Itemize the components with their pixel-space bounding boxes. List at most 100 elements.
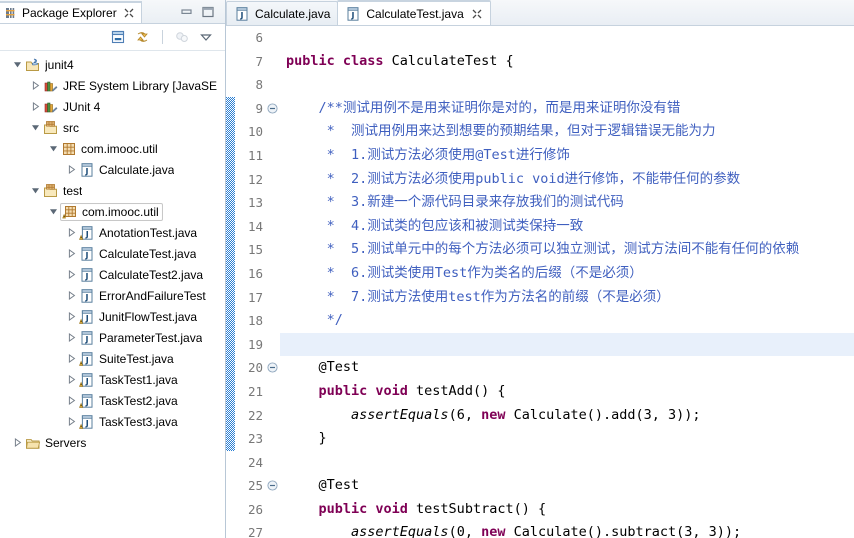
chevron-down-icon[interactable] [48, 143, 59, 154]
line-number: 6 [255, 30, 263, 45]
java-file-warning-icon: J [79, 393, 95, 409]
code-line[interactable]: /**测试用例不是用来证明你是对的，而是用来证明你没有错 [286, 97, 854, 121]
close-icon[interactable] [471, 8, 483, 20]
code-line[interactable]: } [286, 427, 854, 451]
code-token-pl: @Test [286, 359, 360, 376]
svg-text:J: J [85, 356, 89, 365]
tree-item-content: J TaskTest3.java [79, 414, 178, 430]
chevron-right-icon[interactable] [66, 374, 77, 385]
code-line[interactable]: * 测试用例用来达到想要的预期结果，但对于逻辑错误无能为力 [286, 120, 854, 144]
tree-item-servers[interactable]: Servers [0, 432, 225, 453]
code-line[interactable]: assertEquals(0, new Calculate().subtract… [286, 521, 854, 538]
code-line[interactable]: */ [286, 309, 854, 333]
tree-item-content: com.imooc.util [61, 141, 158, 157]
folder-icon [25, 435, 41, 451]
tree-item-errorandfailuretest[interactable]: J ErrorAndFailureTest [0, 285, 225, 306]
chevron-down-icon[interactable] [12, 59, 23, 70]
tree-item-jre-system-library-javase[interactable]: JRE System Library [JavaSE [0, 75, 225, 96]
collapse-all-icon[interactable] [110, 29, 126, 45]
package-explorer-tab[interactable]: Package Explorer [0, 0, 142, 23]
editor-tab-calculatetest-java[interactable]: J CalculateTest.java [337, 0, 491, 25]
folding-column[interactable] [266, 26, 280, 538]
tree-item-content: J AnotationTest.java [79, 225, 197, 241]
code-token-pl: CalculateTest { [391, 52, 514, 69]
svg-text:J: J [85, 251, 89, 260]
code-line[interactable]: * 1.测试方法必须使用@Test进行修饰 [286, 144, 854, 168]
fold-collapse-icon[interactable] [267, 362, 278, 373]
code-line[interactable]: * 3.新建一个源代码目录来存放我们的测试代码 [286, 191, 854, 215]
tree-item-test[interactable]: test [0, 180, 225, 201]
tree-item-suitetest-java[interactable]: J SuiteTest.java [0, 348, 225, 369]
code-token-cm: * 6.测试类使用Test作为类名的后缀（不是必须） [286, 264, 643, 281]
close-icon[interactable] [123, 7, 135, 19]
tree-item-parametertest-java[interactable]: J ParameterTest.java [0, 327, 225, 348]
code-text-area[interactable]: public class CalculateTest { /**测试用例不是用来… [280, 26, 854, 538]
code-line[interactable]: * 4.测试类的包应该和被测试类保持一致 [286, 215, 854, 239]
editor-tabbar[interactable]: J Calculate.java J CalculateTest.java [226, 0, 854, 26]
fold-collapse-icon[interactable] [267, 480, 278, 491]
tree-item-tasktest1-java[interactable]: J TaskTest1.java [0, 369, 225, 390]
code-line[interactable] [286, 26, 854, 50]
tree-item-tasktest3-java[interactable]: J TaskTest3.java [0, 411, 225, 432]
code-line[interactable]: @Test [286, 474, 854, 498]
focus-on-active-task-icon[interactable] [174, 29, 190, 45]
tree-item-junit4[interactable]: junit4 [0, 54, 225, 75]
chevron-right-icon[interactable] [12, 437, 23, 448]
code-token-cm: */ [286, 312, 343, 329]
chevron-right-icon[interactable] [66, 416, 77, 427]
tree-item-calculate-java[interactable]: J Calculate.java [0, 159, 225, 180]
code-line[interactable]: public void testSubtract() { [286, 498, 854, 522]
code-line[interactable]: * 5.测试单元中的每个方法必须可以独立测试，测试方法间不能有任何的依赖 [286, 238, 854, 262]
code-line[interactable]: assertEquals(6, new Calculate().add(3, 3… [286, 404, 854, 428]
project-tree[interactable]: junit4 JRE System Library [JavaSE JUnit … [0, 51, 225, 538]
chevron-right-icon[interactable] [30, 80, 41, 91]
code-line[interactable]: public class CalculateTest { [286, 50, 854, 74]
fold-collapse-icon[interactable] [267, 103, 278, 114]
link-with-editor-icon[interactable] [135, 29, 151, 45]
tree-item-src[interactable]: src [0, 117, 225, 138]
code-token-pl: } [286, 430, 327, 447]
tree-item-tasktest2-java[interactable]: J TaskTest2.java [0, 390, 225, 411]
chevron-down-icon[interactable] [48, 206, 59, 217]
chevron-right-icon[interactable] [30, 101, 41, 112]
svg-text:J: J [85, 293, 89, 302]
code-line[interactable]: @Test [286, 356, 854, 380]
code-line[interactable]: * 6.测试类使用Test作为类名的后缀（不是必须） [286, 262, 854, 286]
chevron-right-icon[interactable] [66, 248, 77, 259]
chevron-right-icon[interactable] [66, 269, 77, 280]
tree-item-anotationtest-java[interactable]: J AnotationTest.java [0, 222, 225, 243]
code-line[interactable]: * 7.测试方法使用test作为方法名的前缀（不是必须） [286, 286, 854, 310]
line-number: 22 [247, 407, 263, 423]
chevron-right-icon[interactable] [66, 164, 77, 175]
code-line[interactable]: * 2.测试方法必须使用public void进行修饰，不能带任何的参数 [286, 168, 854, 192]
tree-item-com-imooc-util[interactable]: com.imooc.util [0, 201, 225, 222]
code-token-pl: testSubtract() { [416, 500, 547, 517]
minimize-icon[interactable] [180, 6, 194, 18]
tree-item-calculatetest2-java[interactable]: J CalculateTest2.java [0, 264, 225, 285]
chevron-down-icon[interactable] [30, 122, 41, 133]
code-line[interactable] [286, 332, 854, 357]
chevron-right-icon[interactable] [66, 311, 77, 322]
tree-item-junitflowtest-java[interactable]: J JunitFlowTest.java [0, 306, 225, 327]
tree-item-content: J ParameterTest.java [79, 330, 202, 346]
view-menu-icon[interactable] [199, 30, 213, 44]
editor-tab-calculate-java[interactable]: J Calculate.java [226, 1, 339, 25]
maximize-icon[interactable] [201, 6, 215, 18]
chevron-right-icon[interactable] [66, 353, 77, 364]
tree-item-label: JUnit 4 [63, 99, 101, 114]
java-file-icon: J [79, 162, 95, 178]
chevron-right-icon[interactable] [66, 332, 77, 343]
java-file-icon: J [79, 330, 95, 346]
code-line[interactable]: public void testAdd() { [286, 380, 854, 404]
tree-item-com-imooc-util[interactable]: com.imooc.util [0, 138, 225, 159]
chevron-right-icon[interactable] [66, 395, 77, 406]
line-number: 7 [255, 53, 263, 69]
code-line[interactable] [286, 451, 854, 475]
chevron-down-icon[interactable] [30, 185, 41, 196]
tree-item-junit-4[interactable]: JUnit 4 [0, 96, 225, 117]
chevron-right-icon[interactable] [66, 227, 77, 238]
tree-item-calculatetest-java[interactable]: J CalculateTest.java [0, 243, 225, 264]
code-line[interactable] [286, 73, 854, 97]
code-token-pl: (6, [448, 406, 482, 423]
chevron-right-icon[interactable] [66, 290, 77, 301]
